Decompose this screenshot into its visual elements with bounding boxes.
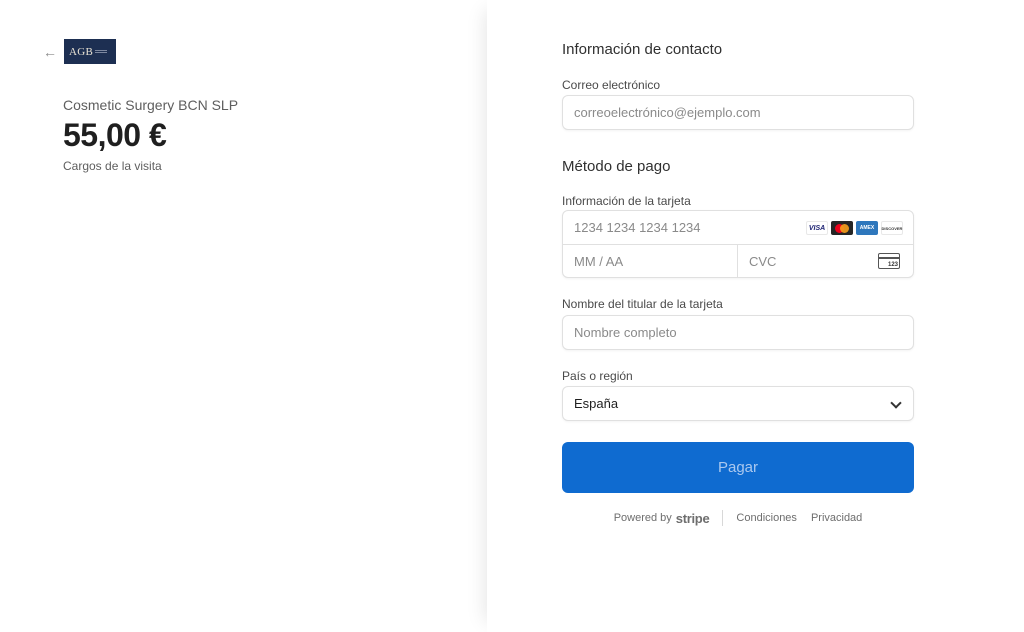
card-info-label: Información de la tarjeta — [562, 194, 691, 208]
cvc-placeholder: CVC — [749, 253, 777, 269]
visa-icon: VISA — [806, 221, 828, 235]
country-label: País o región — [562, 369, 633, 383]
card-input-group: 1234 1234 1234 1234 VISA AMEX DISCOVER M… — [562, 210, 914, 278]
discover-icon: DISCOVER — [881, 221, 903, 235]
back-row: ← AGB — [43, 39, 116, 64]
amex-icon: AMEX — [856, 221, 878, 235]
expiry-placeholder: MM / AA — [574, 253, 624, 269]
back-arrow-icon[interactable]: ← — [43, 45, 57, 59]
cvc-card-icon: 123 — [878, 253, 900, 269]
chevron-down-icon — [890, 397, 902, 409]
payment-section-title: Método de pago — [562, 158, 671, 175]
checkout-pane: Información de contacto Correo electróni… — [487, 0, 1024, 632]
merchant-name: Cosmetic Surgery BCN SLP — [63, 97, 239, 113]
stripe-logo[interactable]: stripe — [676, 511, 710, 526]
cvc-icon-text: 123 — [887, 262, 898, 268]
country-select[interactable]: España — [562, 386, 914, 421]
terms-link[interactable]: Condiciones — [736, 512, 797, 524]
logo-text: AGB — [69, 45, 94, 58]
powered-by-text: Powered by — [613, 512, 672, 524]
charge-description: Cargos de la visita — [63, 159, 162, 173]
card-number-placeholder: 1234 1234 1234 1234 — [574, 220, 701, 235]
order-summary-pane: ← AGB Cosmetic Surgery BCN SLP 55,00 € C… — [0, 0, 487, 632]
email-input[interactable]: correoelectrónico@ejemplo.com — [562, 95, 914, 130]
logo-mark-icon — [95, 50, 108, 53]
footer-divider — [722, 510, 724, 526]
email-placeholder: correoelectrónico@ejemplo.com — [574, 105, 761, 120]
card-brands: VISA AMEX DISCOVER — [806, 221, 903, 235]
country-value: España — [574, 396, 619, 411]
card-cvc-input[interactable]: CVC 123 — [738, 245, 913, 277]
mastercard-icon — [831, 221, 853, 235]
merchant-logo[interactable]: AGB — [64, 39, 116, 64]
cardholder-name-input[interactable]: Nombre completo — [562, 315, 914, 350]
cardholder-placeholder: Nombre completo — [574, 325, 677, 340]
contact-section-title: Información de contacto — [562, 41, 723, 58]
cardholder-label: Nombre del titular de la tarjeta — [562, 297, 723, 311]
card-expiry-input[interactable]: MM / AA — [563, 245, 738, 277]
email-label: Correo electrónico — [562, 78, 661, 92]
checkout-footer: Powered by stripe Condiciones Privacidad — [562, 510, 914, 526]
total-amount: 55,00 € — [63, 117, 167, 153]
privacy-link[interactable]: Privacidad — [811, 512, 862, 524]
pay-button[interactable]: Pagar — [562, 442, 914, 493]
